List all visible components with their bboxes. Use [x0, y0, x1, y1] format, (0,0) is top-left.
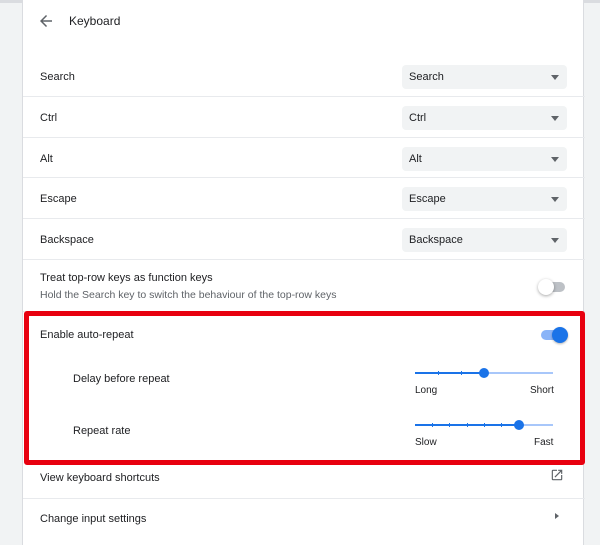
repeat-rate-label: Repeat rate — [73, 425, 131, 437]
delay-min-label: Long — [415, 385, 438, 396]
remap-row-backspace: Backspace Backspace — [23, 218, 585, 259]
function-keys-toggle[interactable] — [538, 279, 565, 295]
select-value: Alt — [409, 153, 422, 165]
row-label: Ctrl — [40, 112, 58, 124]
ctrl-key-select[interactable]: Ctrl — [402, 106, 567, 130]
chevron-right-icon — [555, 513, 559, 519]
slider-thumb[interactable] — [479, 368, 489, 378]
dropdown-arrow-icon — [551, 157, 559, 162]
backspace-key-select[interactable]: Backspace — [402, 228, 567, 252]
slider-tick — [501, 423, 502, 427]
subpage-header: Keyboard — [23, 0, 585, 44]
auto-repeat-toggle[interactable] — [541, 327, 568, 343]
select-value: Ctrl — [409, 112, 427, 124]
auto-repeat-row: Enable auto-repeat — [23, 311, 585, 360]
input-settings-row[interactable]: Change input settings — [23, 498, 585, 545]
search-key-select[interactable]: Search — [402, 65, 567, 89]
slider-thumb[interactable] — [514, 420, 524, 430]
remap-row-escape: Escape Escape — [23, 177, 585, 218]
dropdown-arrow-icon — [551, 238, 559, 243]
slider-fill — [415, 372, 484, 374]
rate-max-label: Fast — [534, 437, 554, 448]
dropdown-arrow-icon — [551, 116, 559, 121]
row-label: Backspace — [40, 234, 94, 246]
select-value: Search — [409, 71, 444, 83]
alt-key-select[interactable]: Alt — [402, 147, 567, 171]
page-title: Keyboard — [69, 14, 121, 28]
auto-repeat-label: Enable auto-repeat — [40, 329, 134, 341]
escape-key-select[interactable]: Escape — [402, 187, 567, 211]
open-in-new-icon — [551, 469, 563, 481]
slider-tick — [449, 423, 450, 427]
function-keys-description: Hold the Search key to switch the behavi… — [40, 289, 337, 301]
delay-max-label: Short — [530, 385, 554, 396]
delay-row: Delay before repeat Long Short — [23, 360, 585, 412]
toggle-knob — [552, 327, 568, 343]
slider-tick — [438, 371, 439, 375]
slider-tick — [467, 423, 468, 427]
rate-min-label: Slow — [415, 437, 437, 448]
dropdown-arrow-icon — [551, 75, 559, 80]
function-keys-label: Treat top-row keys as function keys — [40, 272, 213, 284]
function-keys-row: Treat top-row keys as function keys Hold… — [23, 259, 585, 311]
keyboard-shortcuts-row[interactable]: View keyboard shortcuts — [23, 458, 585, 498]
row-label: Search — [40, 71, 75, 83]
slider-tick — [432, 423, 433, 427]
dropdown-arrow-icon — [551, 197, 559, 202]
input-settings-label: Change input settings — [40, 513, 147, 525]
row-label: Escape — [40, 193, 77, 205]
select-value: Backspace — [409, 234, 463, 246]
delay-slider[interactable] — [415, 368, 553, 382]
repeat-rate-slider[interactable] — [415, 420, 553, 434]
settings-card: Keyboard Search Search Ctrl Ctrl Alt Alt… — [22, 0, 585, 545]
remap-row-alt: Alt Alt — [23, 137, 585, 177]
row-label: Alt — [40, 153, 53, 165]
keyboard-shortcuts-label: View keyboard shortcuts — [40, 472, 160, 484]
remap-row-ctrl: Ctrl Ctrl — [23, 96, 585, 137]
toggle-knob — [538, 279, 554, 295]
remap-row-search: Search Search — [23, 56, 585, 96]
slider-tick — [461, 371, 462, 375]
slider-tick — [484, 423, 485, 427]
back-arrow-icon[interactable] — [37, 12, 55, 30]
delay-label: Delay before repeat — [73, 373, 170, 385]
select-value: Escape — [409, 193, 446, 205]
